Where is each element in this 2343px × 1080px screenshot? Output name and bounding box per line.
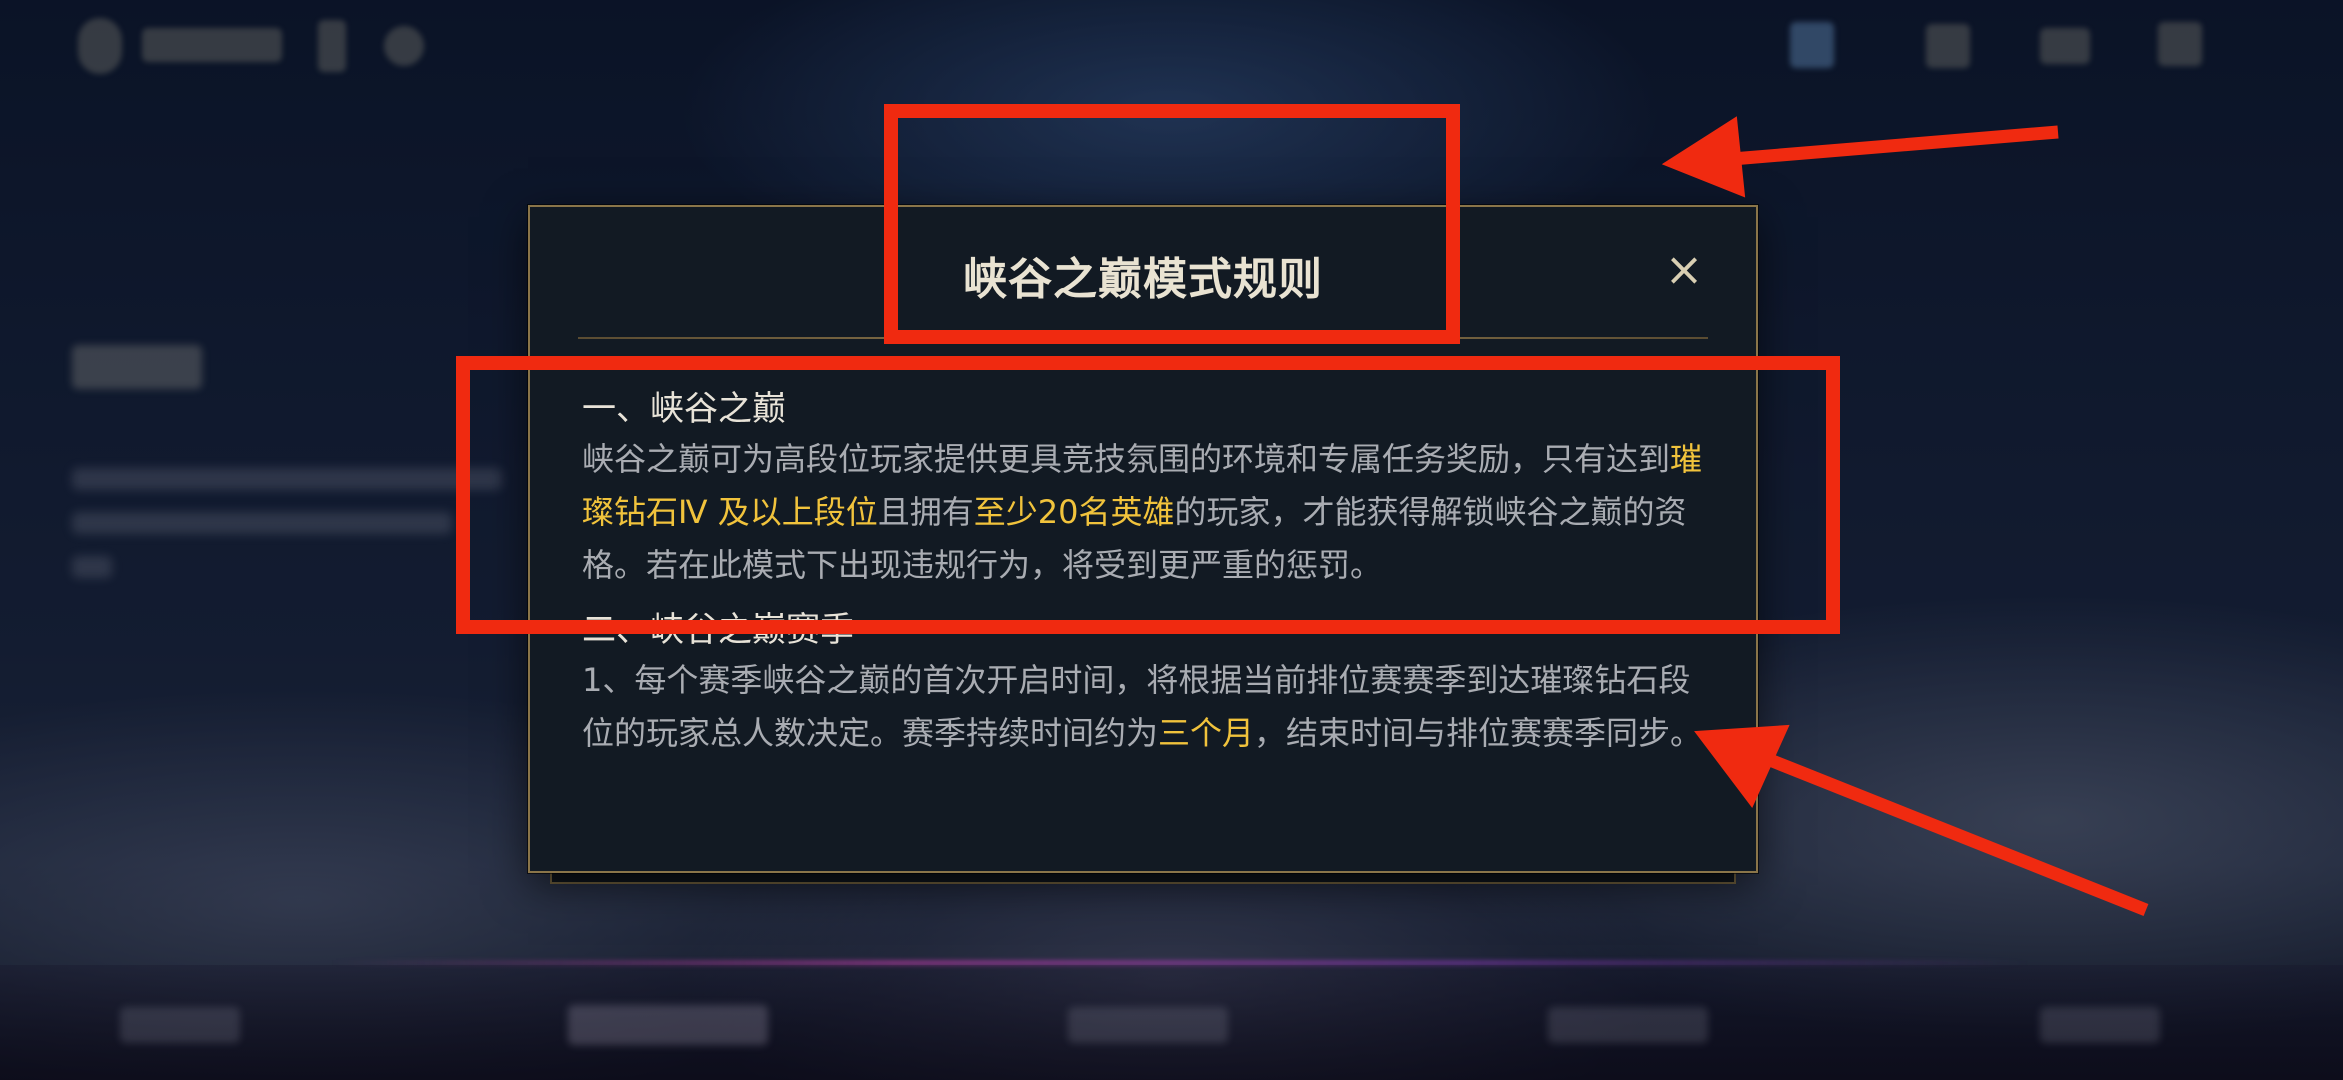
annotation-arrow-top-head (1661, 116, 1746, 198)
annotation-arrow-top-shaft (1719, 125, 2059, 167)
annotation-arrows (1661, 116, 2149, 917)
annotation-arrow-bottom-shaft (1767, 753, 2149, 917)
